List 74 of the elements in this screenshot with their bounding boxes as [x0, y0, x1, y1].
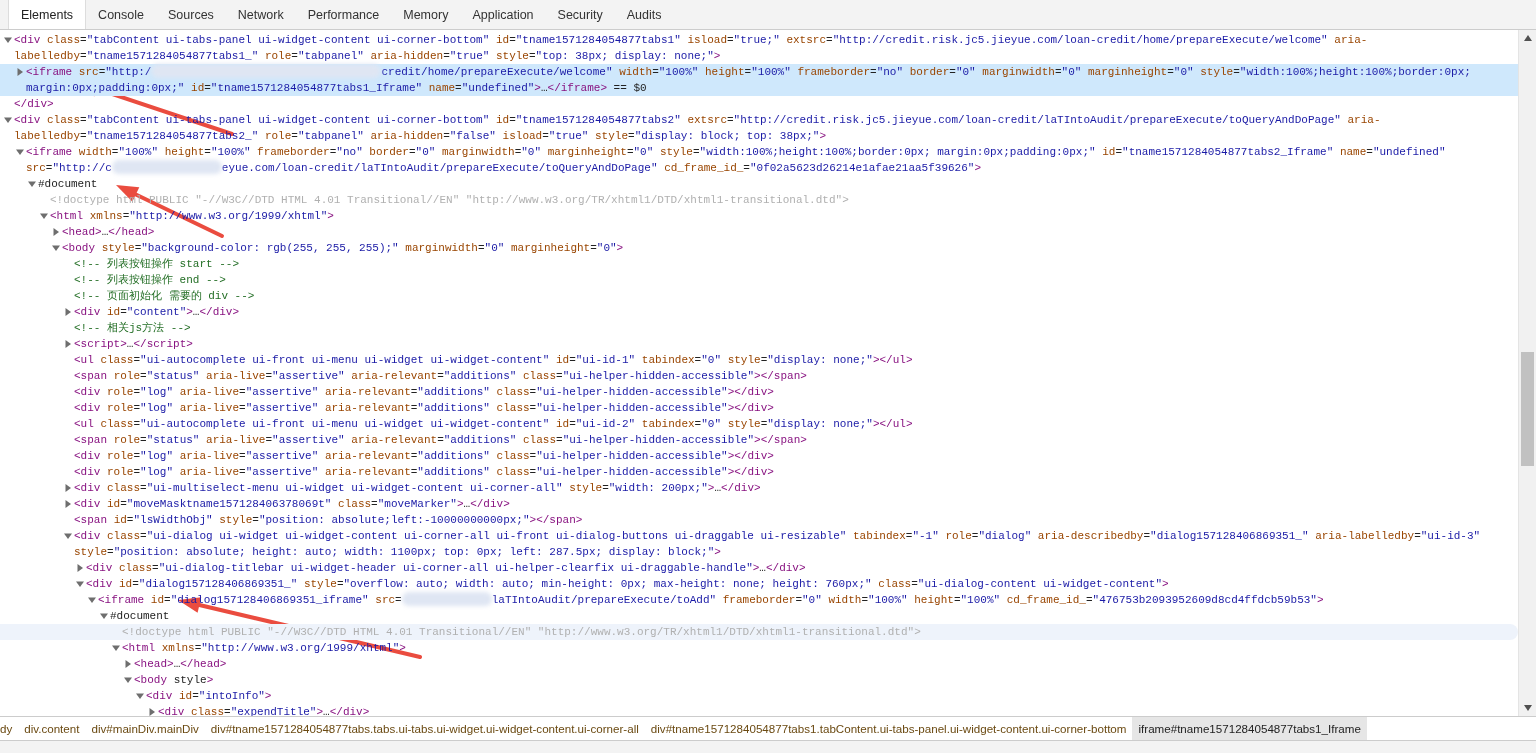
devtools-tab[interactable]: Sources — [156, 0, 226, 29]
html-source-line: #document — [38, 177, 99, 192]
html-source-line: <!-- 列表按钮操作 start --> — [74, 257, 241, 272]
expand-triangle-icon[interactable] — [64, 340, 72, 348]
vertical-scrollbar[interactable] — [1518, 30, 1536, 716]
collapse-triangle-icon[interactable] — [88, 596, 96, 604]
collapse-triangle-icon[interactable] — [28, 180, 36, 188]
html-source-line: <div id="content">…</div> — [74, 305, 241, 320]
devtools-tab[interactable]: Network — [225, 0, 296, 29]
collapse-triangle-icon[interactable] — [4, 116, 12, 124]
html-source-line: <head>…</head> — [62, 225, 156, 240]
collapse-triangle-icon[interactable] — [16, 148, 24, 156]
html-source-line: <!doctype html PUBLIC "-//W3C//DTD HTML 4.01 Transitional//EN" "http://www.w3.org/TR/xhtml1/DTD/xhtml1-transitional.dtd"> — [122, 625, 922, 640]
devtools-tab[interactable]: Security — [545, 0, 615, 29]
collapse-triangle-icon[interactable] — [76, 580, 84, 588]
expand-triangle-icon[interactable] — [148, 708, 156, 716]
breadcrumb-item[interactable]: div#tname1571284054877tabs.tabs.ui-tabs.ui-widget.ui-widget-content.ui-corner-all — [204, 717, 645, 740]
html-source-line: <div role="log" aria-live="assertive" aria-relevant="additions" class="ui-helper-hidden-accessible"></div> — [74, 465, 775, 480]
html-source-line: <div class="tabContent ui-tabs-panel ui-widget-content ui-corner-bottom" id="tname1571284054877tabs1" isload="true;" extsrc="http://credit.risk.jc5.jieyue.com/loan-credit/home/prepareExecute/welcome" aria-labelledby="tname1571284054877tabs1_" role="tabpanel" aria-hidden="true" style="top: 38px; display: none;"> — [14, 33, 1369, 64]
breadcrumb-item[interactable]: dy — [0, 717, 19, 740]
html-source-line: <div id="moveMasktname157128406378069t" class="moveMarker">…</div> — [74, 497, 511, 512]
devtools-tab[interactable]: Audits — [614, 0, 674, 29]
html-source-line: <!-- 相关js方法 --> — [74, 321, 192, 336]
html-source-line: <head>…</head> — [134, 657, 228, 672]
html-source-line: <div id="dialog157128406869351_" style="overflow: auto; width: auto; min-height: 0px; max-height: none; height: 760px;" class="ui-dialog-content ui-widget-content"> — [86, 577, 1170, 592]
collapse-triangle-icon[interactable] — [64, 532, 72, 540]
html-source-line: <div id="intoInfo"> — [146, 689, 273, 704]
html-source-line: <ul class="ui-autocomplete ui-front ui-menu ui-widget ui-widget-content" id="ui-id-2" tabindex="0" style="display: none;"></ul> — [74, 417, 914, 432]
breadcrumb-item[interactable]: div#tname1571284054877tabs1.tabContent.ui-tabs-panel.ui-widget-content.ui-corner-bottom — [644, 717, 1133, 740]
expand-triangle-icon[interactable] — [64, 500, 72, 508]
html-source-line: <body style="background-color: rgb(255, 255, 255);" marginwidth="0" marginheight="0"> — [62, 241, 625, 256]
html-source-line: <span id="lsWidthObj" style="position: absolute;left:-10000000000px;"></span> — [74, 513, 584, 528]
html-source-line: <div role="log" aria-live="assertive" aria-relevant="additions" class="ui-helper-hidden-accessible"></div> — [74, 385, 775, 400]
html-source-line: <div role="log" aria-live="assertive" aria-relevant="additions" class="ui-helper-hidden-accessible"></div> — [74, 401, 775, 416]
devtools-tab[interactable]: Application — [460, 0, 546, 29]
html-source-line: <iframe src="http:/ credit/home/prepareExecute/welcome" width="100%" height="100%" frameborder="no" border="0" marginwidth="0" marginheight="0" style="width:100%;height:100%;border:0px; margin:0px;padding:0px;" id="tname1571284054877tabs1_Iframe" name="undefined">…</iframe> == $0 — [26, 64, 1472, 96]
scroll-up-icon[interactable] — [1523, 35, 1532, 41]
html-source-line: <span role="status" aria-live="assertive" aria-relevant="additions" class="ui-helper-hidden-accessible"></span> — [74, 369, 808, 384]
collapse-triangle-icon[interactable] — [124, 676, 132, 684]
expand-triangle-icon[interactable] — [52, 228, 60, 236]
scrollbar-thumb[interactable] — [1521, 352, 1534, 466]
html-source-line: <!doctype html PUBLIC "-//W3C//DTD HTML 4.01 Transitional//EN" "http://www.w3.org/TR/xhtml1/DTD/xhtml1-transitional.dtd"> — [50, 193, 850, 208]
expand-triangle-icon[interactable] — [64, 308, 72, 316]
collapse-triangle-icon[interactable] — [100, 612, 108, 620]
devtools-tab[interactable]: Performance — [295, 0, 392, 29]
collapse-triangle-icon[interactable] — [40, 212, 48, 220]
html-source-line: <div class="ui-dialog-titlebar ui-widget-header ui-corner-all ui-helper-clearfix ui-draggable-handle">…</div> — [86, 561, 807, 576]
breadcrumb-item[interactable]: div#mainDiv.mainDiv — [85, 717, 205, 740]
html-source-line: <div class="ui-multiselect-menu ui-widget ui-widget-content ui-corner-all" style="width: 200px;">…</div> — [74, 481, 762, 496]
breadcrumb-item[interactable]: div.content — [18, 717, 86, 740]
html-source-line: <ul class="ui-autocomplete ui-front ui-menu ui-widget ui-widget-content" id="ui-id-1" tabindex="0" style="display: none;"></ul> — [74, 353, 914, 368]
html-source-line: <div role="log" aria-live="assertive" aria-relevant="additions" class="ui-helper-hidden-accessible"></div> — [74, 449, 775, 464]
html-source-line: <iframe width="100%" height="100%" frameborder="no" border="0" marginwidth="0" marginheight="0" style="width:100%;height:100%;border:0px; margin:0px;padding:0px;" id="tname1571284054877tabs2_Iframe" name="undefined" src="http://c eyue.com/loan-credit/laTIntoAudit/prepareExecute/toQueryAndDoPage" cd_frame_id_="0f02a5623d26214e1afae21aa5f39626"> — [26, 145, 1447, 176]
html-source-line: <span role="status" aria-live="assertive" aria-relevant="additions" class="ui-helper-hidden-accessible"></span> — [74, 433, 808, 448]
html-source-line: #document — [110, 609, 171, 624]
closing-tag: </div> — [14, 96, 1512, 112]
expand-triangle-icon[interactable] — [64, 484, 72, 492]
collapse-triangle-icon[interactable] — [112, 644, 120, 652]
devtools-tab[interactable]: Memory — [391, 0, 461, 29]
devtools-tab[interactable]: Elements — [8, 0, 87, 29]
html-source-line: <!-- 列表按钮操作 end --> — [74, 273, 227, 288]
expand-triangle-icon[interactable] — [76, 564, 84, 572]
expand-triangle-icon[interactable] — [124, 660, 132, 668]
scroll-down-icon[interactable] — [1523, 705, 1532, 711]
devtools-tab[interactable]: Console — [86, 0, 156, 29]
expand-triangle-icon[interactable] — [16, 68, 24, 76]
html-source-line: <!-- 页面初始化 需要的 div --> — [74, 289, 256, 304]
html-source-line: <body style> — [134, 673, 215, 688]
html-source-line: <script>…</script> — [74, 337, 194, 352]
collapse-triangle-icon[interactable] — [136, 692, 144, 700]
html-source-line: <div class="ui-dialog ui-widget ui-widget-content ui-corner-all ui-front ui-dialog-buttons ui-draggable ui-resizable" tabindex="-1" role="dialog" aria-describedby="dialog157128406869351_" aria-labelledby="ui-id-3" style="position: absolute; height: auto; width: 1100px; top: 0px; left: 287.5px; display: block;"> — [74, 529, 1482, 560]
collapse-triangle-icon[interactable] — [4, 36, 12, 44]
collapse-triangle-icon[interactable] — [52, 244, 60, 252]
breadcrumb-item[interactable]: iframe#tname1571284054877tabs1_Iframe — [1132, 717, 1367, 740]
